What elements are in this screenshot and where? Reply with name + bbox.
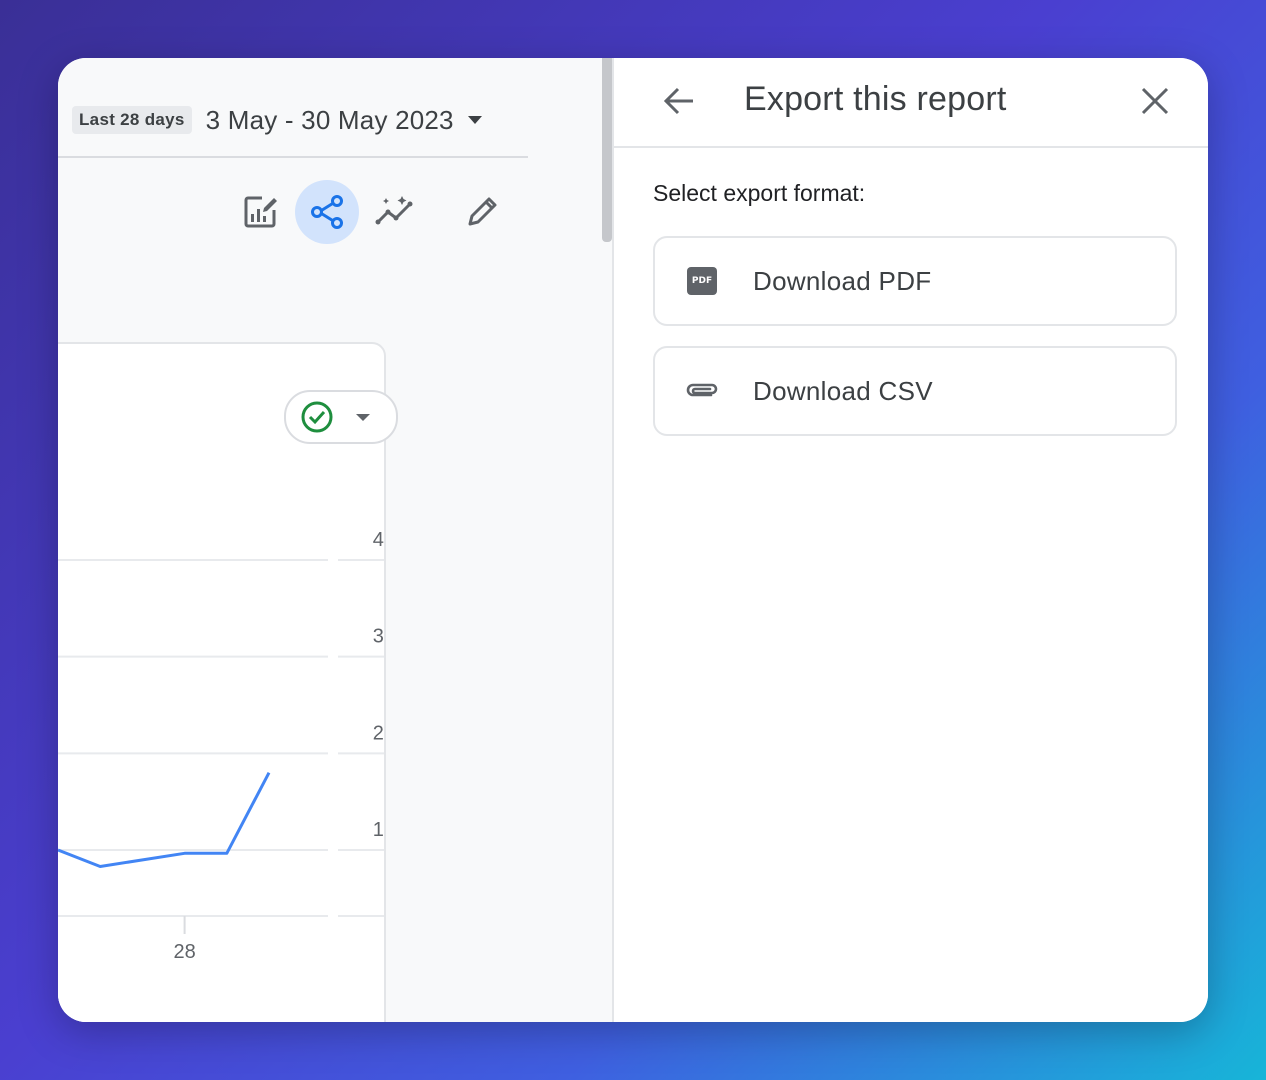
y-tick-label: 30 bbox=[373, 626, 384, 648]
arrow-back-icon bbox=[663, 87, 693, 115]
y-tick-label: 40 bbox=[373, 529, 384, 551]
share-button[interactable] bbox=[295, 180, 359, 244]
export-panel: Export this report Select export format:… bbox=[614, 58, 1208, 1022]
series-line bbox=[58, 771, 271, 868]
panel-title: Export this report bbox=[744, 80, 1007, 118]
back-button[interactable] bbox=[656, 78, 702, 124]
download-pdf-label: Download PDF bbox=[753, 265, 932, 296]
customize-report-icon bbox=[244, 196, 277, 228]
download-csv-label: Download CSV bbox=[753, 375, 933, 406]
edit-button[interactable] bbox=[450, 180, 514, 244]
download-csv-button[interactable]: Download CSV bbox=[653, 346, 1177, 436]
chevron-down-icon bbox=[356, 413, 370, 421]
header-divider bbox=[58, 156, 528, 158]
pdf-icon-text: PDF bbox=[687, 267, 717, 295]
x-tick-label: 28 bbox=[173, 941, 195, 963]
export-format-label: Select export format: bbox=[653, 180, 866, 206]
paperclip-icon bbox=[685, 374, 719, 408]
edit-pencil-icon bbox=[468, 197, 497, 226]
close-button[interactable] bbox=[1132, 78, 1178, 124]
date-range-label: 3 May - 30 May 2023 bbox=[205, 104, 454, 135]
export-panel-header: Export this report bbox=[614, 58, 1208, 148]
chevron-down-icon bbox=[467, 116, 482, 124]
close-icon bbox=[1141, 87, 1169, 115]
date-range-picker[interactable]: Last 28 days 3 May - 30 May 2023 bbox=[72, 104, 482, 136]
report-area: Last 28 days 3 May - 30 May 2023 4 3 2 1… bbox=[58, 58, 614, 1022]
pdf-icon: PDF bbox=[685, 264, 719, 298]
download-pdf-button[interactable]: PDF Download PDF bbox=[653, 236, 1177, 326]
y-tick-label: 10 bbox=[373, 819, 384, 841]
chart-card: 40302010028 bbox=[58, 342, 398, 1022]
scrollbar-thumb[interactable] bbox=[602, 58, 612, 242]
share-icon bbox=[311, 195, 343, 229]
date-preset-badge: Last 28 days bbox=[72, 106, 192, 134]
line-chart: 40302010028 bbox=[58, 529, 384, 963]
status-dropdown[interactable] bbox=[284, 390, 398, 444]
insights-button[interactable] bbox=[364, 180, 428, 244]
app-window: Last 28 days 3 May - 30 May 2023 4 3 2 1… bbox=[58, 58, 1208, 1022]
y-tick-label: 20 bbox=[373, 722, 384, 744]
customize-report-button[interactable] bbox=[228, 180, 292, 244]
check-circle-icon bbox=[301, 401, 333, 433]
insights-icon bbox=[375, 196, 413, 225]
